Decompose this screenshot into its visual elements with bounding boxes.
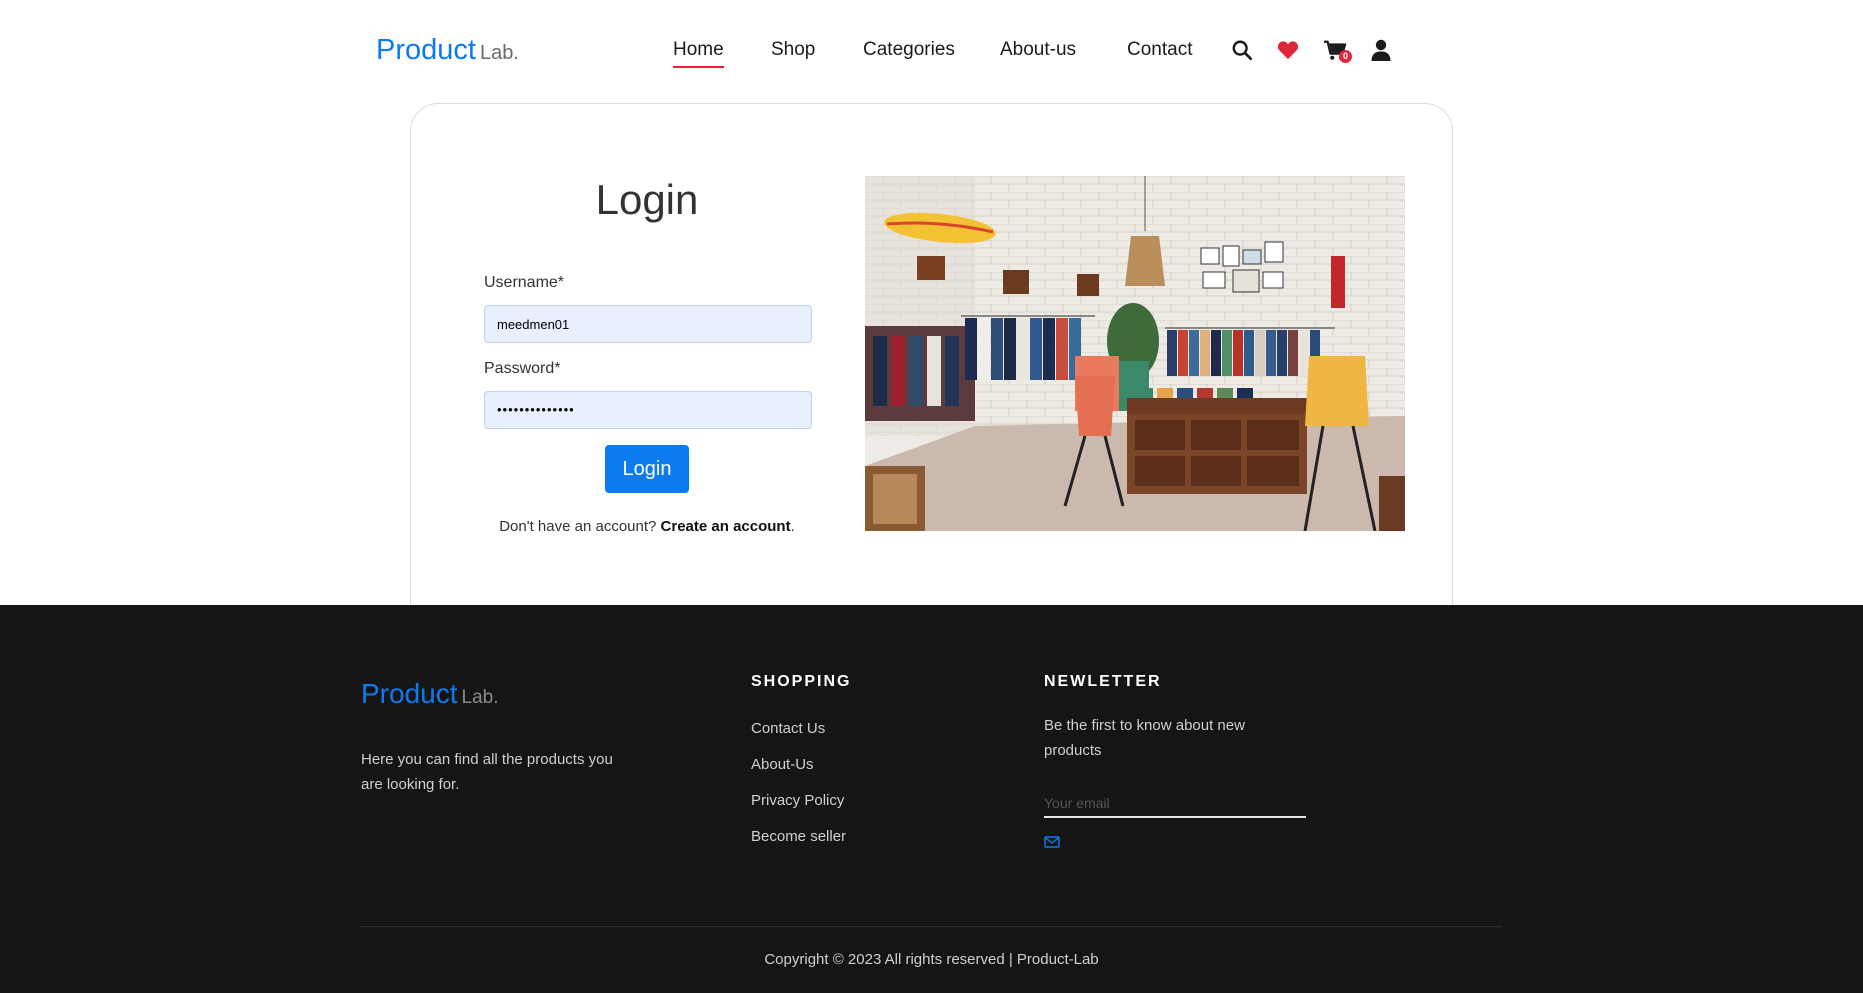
brand-suffix: Lab. xyxy=(479,42,519,64)
footer-link-privacy-policy[interactable]: Privacy Policy xyxy=(751,792,844,809)
newsletter-email-input[interactable] xyxy=(1044,790,1306,818)
footer-link-about-us[interactable]: About-Us xyxy=(751,756,814,773)
envelope-icon[interactable] xyxy=(1044,835,1060,849)
footer-brand-logo[interactable]: Product Lab. xyxy=(361,678,498,710)
footer-brand-suffix: Lab. xyxy=(461,687,499,708)
login-button[interactable]: Login xyxy=(605,445,689,493)
footer-description: Here you can find all the products you a… xyxy=(361,751,613,793)
shopping-heading: SHOPPING xyxy=(751,673,852,690)
footer-link-become-seller[interactable]: Become seller xyxy=(751,828,846,845)
newsletter-text: Be the first to know about new products xyxy=(1044,717,1245,759)
password-field[interactable]: •••••••••••••• xyxy=(484,391,812,429)
nav-about-us[interactable]: About-us xyxy=(1000,38,1076,62)
site-header: Product Lab. Home Shop Categories About-u… xyxy=(0,0,1863,100)
brand-logo[interactable]: Product Lab. xyxy=(376,32,519,71)
page-title: Login xyxy=(595,176,699,223)
nav-shop[interactable]: Shop xyxy=(771,38,815,62)
search-icon[interactable] xyxy=(1229,37,1255,63)
site-footer: Product Lab. Here you can find all the pr… xyxy=(0,605,1863,993)
user-icon[interactable] xyxy=(1368,37,1394,63)
newsletter-heading: NEWLETTER xyxy=(1044,673,1162,690)
login-card: Login Username* Password* ••••••••••••••… xyxy=(410,103,1453,609)
nav-home[interactable]: Home xyxy=(673,38,724,68)
copyright-text: Copyright © 2023 All rights reserved | P… xyxy=(764,951,1099,968)
cart-icon[interactable]: 0 xyxy=(1322,37,1352,63)
footer-link-contact-us[interactable]: Contact Us xyxy=(751,720,825,737)
nav-categories[interactable]: Categories xyxy=(863,38,955,62)
store-photo xyxy=(865,176,1405,531)
brand-name: Product xyxy=(376,34,476,66)
cart-count-badge: 0 xyxy=(1339,50,1352,63)
footer-divider xyxy=(361,926,1502,927)
heart-icon[interactable] xyxy=(1275,37,1301,63)
username-field[interactable] xyxy=(484,305,812,343)
password-label: Password* xyxy=(484,360,561,377)
create-account-link[interactable]: Create an account xyxy=(661,518,791,535)
signup-end: . xyxy=(790,518,795,535)
nav-contact[interactable]: Contact xyxy=(1127,38,1192,62)
username-label: Username* xyxy=(484,274,565,291)
footer-brand-name: Product xyxy=(361,678,458,709)
signup-prompt: Don't have an account? Create an account… xyxy=(411,518,883,535)
signup-question: Don't have an account? xyxy=(499,518,657,535)
